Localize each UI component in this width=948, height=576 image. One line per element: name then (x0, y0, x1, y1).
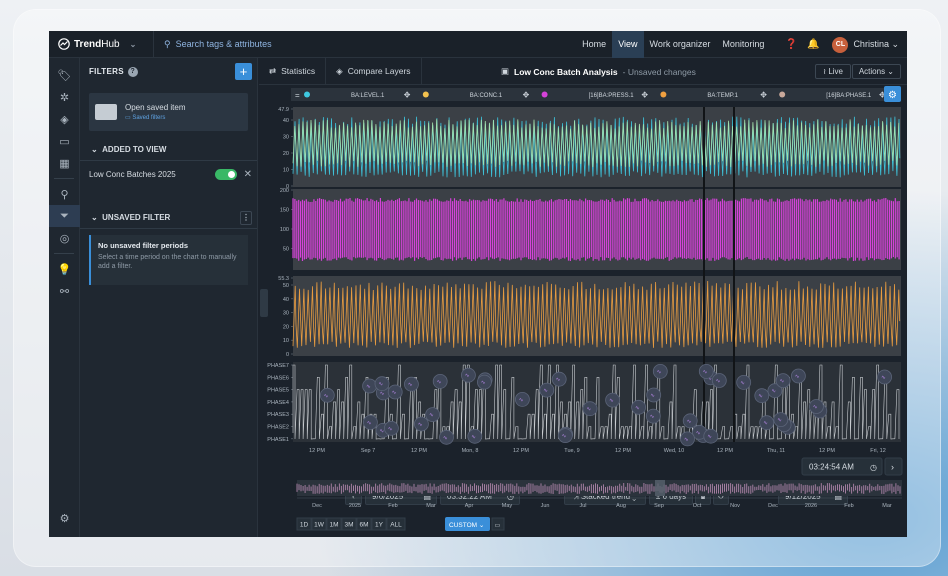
overview-selection-window[interactable] (655, 480, 665, 496)
overview-month-label: Mar (882, 503, 892, 509)
overview-month-label: Aug (616, 503, 626, 509)
overview-month-label: Feb (388, 503, 397, 509)
overview-month-label: Oct (693, 503, 702, 509)
custom-label: CUSTOM ⌄ (449, 522, 484, 529)
overview-month-label: Dec (312, 503, 322, 509)
overview-month-label: 2025 (349, 503, 361, 509)
overview-month-label: Feb (844, 503, 853, 509)
zoom-label: 1M (329, 522, 338, 529)
zoom-label: 1Y (375, 522, 384, 529)
zoom-label: 1W (314, 522, 325, 529)
zoom-label: ALL (390, 522, 402, 529)
zoom-label: 3M (344, 522, 353, 529)
overview-month-label: 2026 (805, 503, 817, 509)
overview-month-label: Apr (465, 503, 474, 509)
overview-month-label: Jun (541, 503, 550, 509)
overview-month-label: May (502, 503, 513, 509)
zoom-label: 6M (359, 522, 368, 529)
overview-month-label: Jul (579, 503, 586, 509)
clock-icon: ◷ (870, 463, 877, 472)
overlay-layer: 03:24:54 AM ◷ › Dec 2025 Feb Mar Apr May Jun Jul Au… (296, 457, 903, 531)
overview-month-label: Sep (654, 503, 664, 509)
overview-month-label: Nov (730, 503, 740, 509)
calendar-icon: ▭ (495, 523, 501, 529)
end-time-value: 03:24:54 AM (809, 463, 854, 472)
chevron-right-icon: › (891, 462, 894, 472)
zoom-label: 1D (300, 522, 309, 529)
overview-month-label: Mar (426, 503, 436, 509)
overview-month-label: Dec (768, 503, 778, 509)
